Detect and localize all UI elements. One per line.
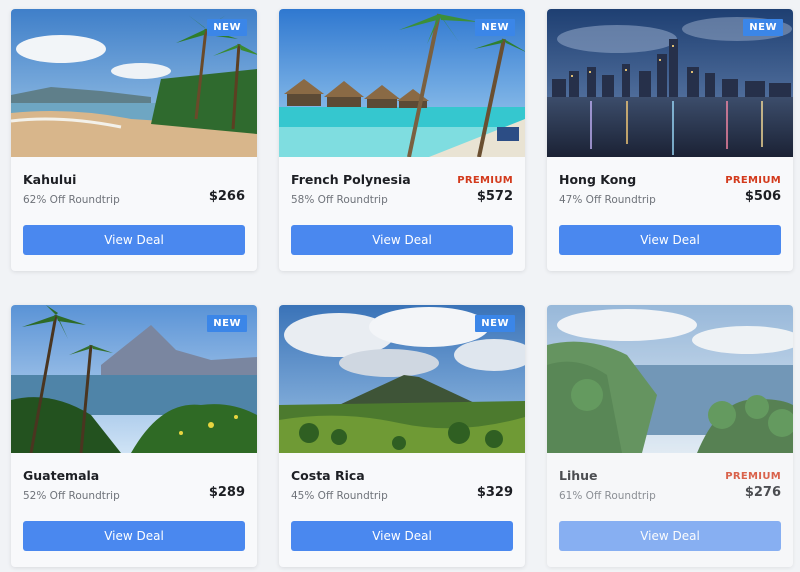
discount-text: 52% Off Roundtrip xyxy=(23,490,120,502)
view-deal-button[interactable]: View Deal xyxy=(291,521,513,551)
premium-label: PREMIUM xyxy=(725,471,781,482)
destination-title: Guatemala xyxy=(23,468,100,483)
premium-label: PREMIUM xyxy=(725,175,781,186)
deal-card-hong-kong[interactable]: NEW Hong Kong PREMIUM 47% Off Roundtrip … xyxy=(547,9,793,271)
destination-photo[interactable]: NEW xyxy=(547,9,793,157)
new-badge: NEW xyxy=(475,19,515,36)
destination-title: French Polynesia xyxy=(291,172,411,187)
destination-photo[interactable]: NEW xyxy=(279,305,525,453)
premium-label: PREMIUM xyxy=(457,175,513,186)
view-deal-button[interactable]: View Deal xyxy=(23,225,245,255)
price: $572 xyxy=(476,189,513,204)
discount-text: 58% Off Roundtrip xyxy=(291,194,388,206)
new-badge: NEW xyxy=(207,315,247,332)
discount-text: 45% Off Roundtrip xyxy=(291,490,388,502)
destination-photo[interactable]: NEW xyxy=(11,9,257,157)
price: $266 xyxy=(208,189,245,204)
destination-photo[interactable] xyxy=(547,305,793,453)
view-deal-button[interactable]: View Deal xyxy=(291,225,513,255)
deal-card-lihue[interactable]: Lihue PREMIUM 61% Off Roundtrip $276 Vie… xyxy=(547,305,793,567)
price: $289 xyxy=(208,485,245,500)
new-badge: NEW xyxy=(743,19,783,36)
price: $506 xyxy=(744,189,781,204)
discount-text: 61% Off Roundtrip xyxy=(559,490,656,502)
new-badge: NEW xyxy=(207,19,247,36)
deal-card-costa-rica[interactable]: NEW Costa Rica 45% Off Roundtrip $329 Vi… xyxy=(279,305,525,567)
view-deal-button[interactable]: View Deal xyxy=(23,521,245,551)
coastline-image xyxy=(547,305,793,453)
view-deal-button[interactable]: View Deal xyxy=(559,521,781,551)
discount-text: 47% Off Roundtrip xyxy=(559,194,656,206)
discount-text: 62% Off Roundtrip xyxy=(23,194,120,206)
destination-title: Hong Kong xyxy=(559,172,637,187)
destination-title: Costa Rica xyxy=(291,468,365,483)
deal-card-french-polynesia[interactable]: NEW French Polynesia PREMIUM 58% Off Rou… xyxy=(279,9,525,271)
destination-title: Lihue xyxy=(559,468,598,483)
price: $329 xyxy=(476,485,513,500)
deal-card-kahului[interactable]: NEW Kahului 62% Off Roundtrip $266 View … xyxy=(11,9,257,271)
new-badge: NEW xyxy=(475,315,515,332)
deal-card-guatemala[interactable]: NEW Guatemala 52% Off Roundtrip $289 Vie… xyxy=(11,305,257,567)
price: $276 xyxy=(744,485,781,500)
destination-photo[interactable]: NEW xyxy=(11,305,257,453)
view-deal-button[interactable]: View Deal xyxy=(559,225,781,255)
destination-title: Kahului xyxy=(23,172,77,187)
destination-photo[interactable]: NEW xyxy=(279,9,525,157)
